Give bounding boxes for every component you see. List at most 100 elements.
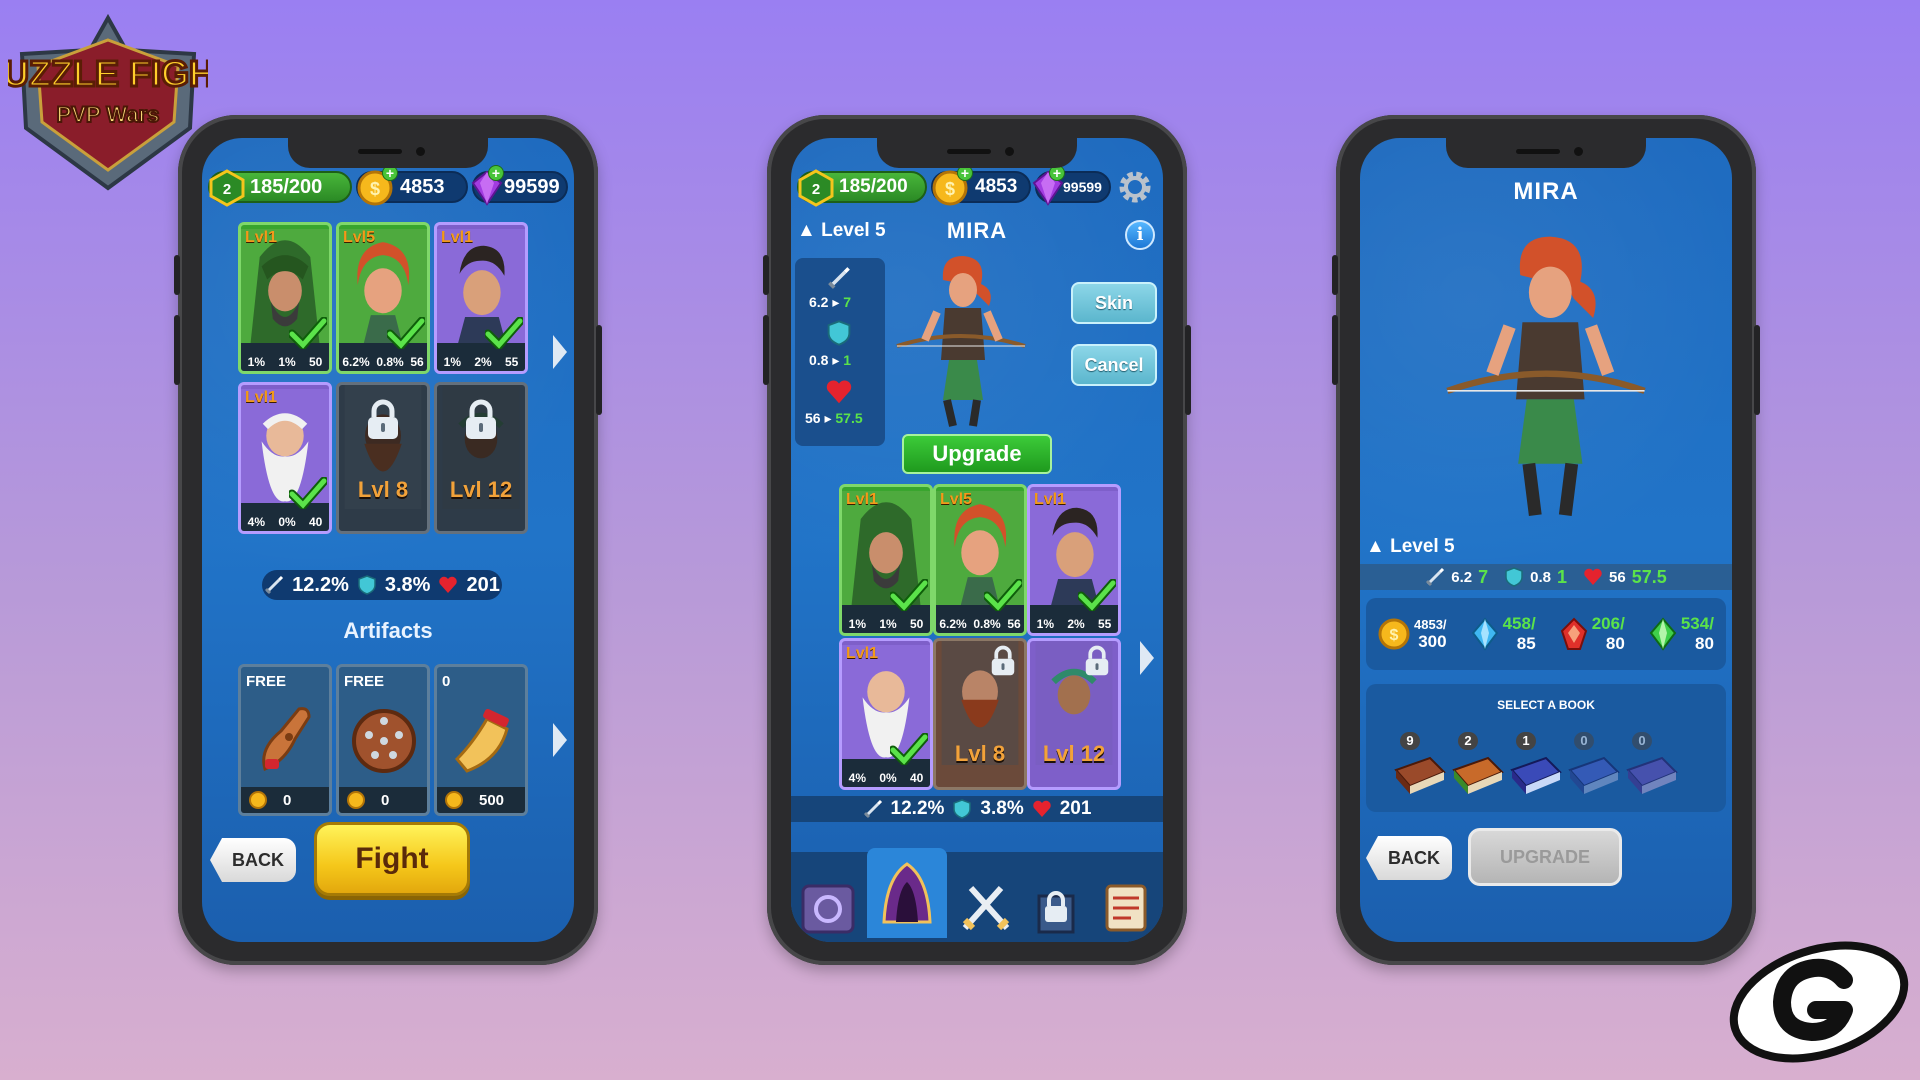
hero-health: 56 [410, 355, 424, 369]
brown-book-icon [1394, 756, 1446, 794]
shield-icon [953, 799, 972, 819]
next-page-arrow-icon[interactable] [1139, 640, 1155, 676]
next-page-arrow-icon[interactable] [552, 334, 568, 370]
hero-level-label: ▲ Level 5 [1366, 536, 1455, 557]
book-selection-panel: SELECT A BOOK 9 2 1 0 0 [1366, 684, 1726, 812]
team-stats-bar: 12.2% 3.8% 201 [791, 796, 1163, 822]
green-book-icon [1452, 756, 1504, 794]
hero-hood-icon [882, 862, 932, 924]
gems-counter[interactable]: + 99599 [1032, 165, 1111, 206]
defense-current: 0.8 [809, 352, 829, 368]
gold-counter[interactable]: $ + 4853 [931, 165, 1031, 206]
publisher-g-logo [1729, 941, 1909, 1063]
hero-defense: 0.8% [376, 355, 404, 369]
hero-card-locked-dwarf[interactable]: Lvl 8 [336, 382, 430, 534]
hero-attack: 6.2% [342, 355, 370, 369]
nav-locked-tower-icon[interactable] [1025, 876, 1087, 938]
fight-button[interactable]: Fight [314, 822, 470, 896]
hero-level-tag: Lvl5 [343, 229, 376, 246]
hero-card-wizard[interactable]: Lvl1 4% 0% 40 [839, 638, 933, 790]
unlock-level-label: Lvl 12 [449, 477, 513, 502]
hero-card-mira[interactable]: Lvl5 6.2% 0.8% 56 [933, 484, 1027, 636]
hero-attack: 1% [443, 355, 461, 369]
unlock-level-label: Lvl 8 [954, 741, 1006, 766]
upgrade-button[interactable]: Upgrade [902, 434, 1052, 474]
book-option-locked-indigo[interactable]: 0 [1566, 732, 1622, 802]
hero-card-mira[interactable]: Lvl5 6.2% 0.8% 56 [336, 222, 430, 374]
energy-counter[interactable]: 2 185/200 [797, 169, 927, 207]
hero-health: 50 [308, 355, 323, 369]
red-essence-requirement: 206/80 [1560, 614, 1625, 654]
golden-horn-icon [454, 708, 509, 773]
hero-card-hood[interactable]: Lvl1 1% 1% 50 [839, 484, 933, 636]
hero-attack: 1% [247, 355, 265, 369]
nav-heroes-tab[interactable] [867, 848, 947, 938]
hero-name-title: MIRA [946, 218, 1008, 243]
hero-health: 50 [909, 617, 924, 631]
hero-card-wizard[interactable]: Lvl1 4% 0% 40 [238, 382, 332, 534]
phone-side-button [174, 315, 180, 385]
info-button[interactable]: i [1125, 220, 1155, 250]
hero-card-fighter[interactable]: Lvl1 1% 2% 55 [1027, 484, 1121, 636]
hero-level-tag: Lvl1 [245, 389, 278, 406]
settings-gear-icon[interactable] [1117, 169, 1153, 205]
hero-defense: 2% [1067, 617, 1085, 631]
back-button[interactable]: BACK [1366, 836, 1452, 880]
book-option-locked-purple[interactable]: 0 [1624, 732, 1680, 802]
add-gems-icon[interactable]: + [488, 165, 504, 181]
defense-upgrade-row: 0.8 ▸ 1 [809, 352, 852, 368]
hero-health: 55 [1097, 617, 1112, 631]
sword-icon [265, 575, 284, 595]
gold-requirement: $ 4853/300 [1378, 617, 1447, 652]
level-hexagon-icon: 2 [209, 169, 245, 207]
nav-battle-swords-icon[interactable] [955, 876, 1017, 938]
upgrade-button-disabled[interactable]: UPGRADE [1468, 828, 1622, 886]
next-artifacts-arrow-icon[interactable] [552, 722, 568, 758]
hero-name-title: MIRA [1513, 178, 1579, 205]
hero-card-hood[interactable]: Lvl1 1% 1% 50 [238, 222, 332, 374]
skin-button[interactable]: Skin [1071, 282, 1157, 324]
energy-counter[interactable]: 2 185/200 [208, 169, 352, 207]
green-have: 534/ [1680, 614, 1714, 633]
gems-counter[interactable]: + 99599 [471, 165, 568, 206]
hero-card-locked-rogue[interactable]: Lvl 12 [434, 382, 528, 534]
hero-defense: 0% [278, 515, 296, 529]
nav-shop-icon[interactable] [797, 876, 859, 938]
svg-text:$: $ [1390, 627, 1399, 644]
hero-attack: 4% [247, 515, 265, 529]
gold-counter[interactable]: $ + 4853 [356, 165, 468, 206]
nav-quests-scroll-icon[interactable] [1095, 876, 1157, 938]
phone-hero-upgrade: MIRA ▲ Level 5 6.2 7 0.8 1 56 57.5 $ 485… [1332, 115, 1760, 965]
green-crystal-icon [1649, 617, 1677, 651]
back-button[interactable]: BACK [210, 838, 296, 882]
phone-hero-detail: 2 185/200 $ + 4853 + 99599 ▲ Level 5 MIR… [763, 115, 1191, 965]
hero-card-fighter[interactable]: Lvl1 1% 2% 55 [434, 222, 528, 374]
sword-icon [828, 267, 850, 289]
hero-level-tag: Lvl1 [441, 229, 474, 246]
unlock-level-label: Lvl 8 [357, 477, 409, 502]
artifact-card-horn[interactable]: FREE 0 [238, 664, 332, 816]
artifact-card-shield[interactable]: FREE 0 [336, 664, 430, 816]
hero-card-locked-rogue[interactable]: Lvl 12 [1027, 638, 1121, 790]
book-option-blue[interactable]: 1 [1508, 732, 1564, 802]
gold-coin-icon [249, 791, 267, 809]
hero-upgrade-screen: MIRA ▲ Level 5 6.2 7 0.8 1 56 57.5 $ 485… [1360, 138, 1732, 942]
hero-level-tag: Lvl1 [245, 229, 278, 246]
red-need: 80 [1605, 634, 1625, 653]
attack-upgrade-row: 6.2 ▸ 7 [809, 294, 852, 310]
attack-current: 6.2 [1451, 568, 1473, 586]
heart-icon [439, 576, 458, 593]
artifacts-heading: Artifacts [343, 618, 433, 643]
artifact-card-bell[interactable]: 0 500 [434, 664, 528, 816]
team-health-value: 201 [1059, 798, 1092, 819]
book-option-green[interactable]: 2 [1450, 732, 1506, 802]
cancel-button[interactable]: Cancel [1071, 344, 1157, 386]
hero-card-locked-dwarf[interactable]: Lvl 8 [933, 638, 1027, 790]
resource-bar: 2 185/200 $ + 4853 + 99599 [208, 165, 568, 207]
phone-side-button [763, 315, 769, 385]
phone-side-button [174, 255, 180, 295]
book-option-brown[interactable]: 9 [1392, 732, 1448, 802]
upgrade-cost-panel: $ 4853/300 458/85 206/80 534/80 [1366, 598, 1726, 670]
team-health-value: 201 [466, 573, 500, 596]
gold-coin-icon [347, 791, 365, 809]
